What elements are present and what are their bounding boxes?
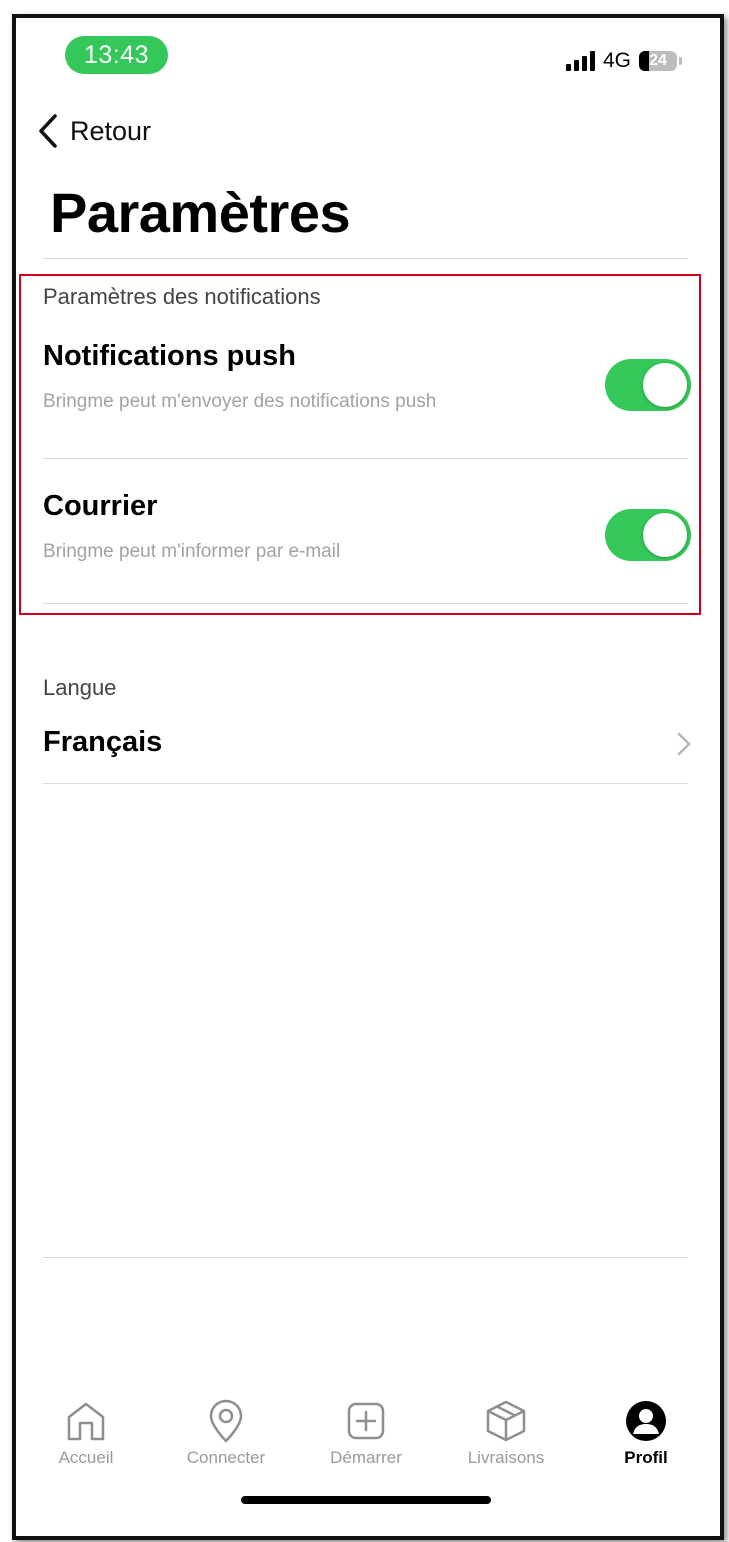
tab-profil[interactable]: Profil xyxy=(576,1398,716,1478)
highlight-box xyxy=(19,274,701,615)
back-label: Retour xyxy=(70,115,152,146)
page-title: Paramètres xyxy=(50,181,351,244)
location-pin-icon xyxy=(209,1399,243,1443)
push-notifications-toggle[interactable] xyxy=(605,359,691,411)
profile-icon xyxy=(626,1401,666,1441)
home-icon xyxy=(67,1402,105,1441)
tab-label: Profil xyxy=(624,1448,668,1467)
language-value: Français xyxy=(43,726,163,758)
tab-bar: Accueil Connecter Démarrer Livraisons Pr… xyxy=(16,1398,720,1478)
package-icon xyxy=(486,1400,526,1442)
mail-title: Courrier xyxy=(43,490,158,522)
push-notifications-title: Notifications push xyxy=(43,340,296,372)
mail-toggle[interactable] xyxy=(605,509,691,561)
battery-icon: 24 xyxy=(639,51,677,71)
tab-livraisons[interactable]: Livraisons xyxy=(436,1398,576,1478)
tab-connecter[interactable]: Connecter xyxy=(156,1398,296,1478)
row-divider xyxy=(43,458,688,459)
tab-label: Livraisons xyxy=(467,1448,545,1467)
tab-accueil[interactable]: Accueil xyxy=(16,1398,156,1478)
network-type: 4G xyxy=(602,49,631,72)
chevron-right-icon xyxy=(677,732,691,756)
title-divider xyxy=(43,258,688,259)
plus-square-icon xyxy=(347,1402,385,1440)
tab-label: Démarrer xyxy=(330,1448,402,1467)
status-time: 13:43 xyxy=(65,36,168,74)
push-notifications-subtitle: Bringme peut m'envoyer des notifications… xyxy=(43,391,437,412)
battery-level: 24 xyxy=(649,52,667,69)
tabbar-divider xyxy=(43,1257,688,1258)
mail-subtitle: Bringme peut m'informer par e-mail xyxy=(43,541,341,562)
tab-label: Accueil xyxy=(58,1448,114,1467)
phone-screen: 13:43 4G 24 Retour Paramètres Paramètres… xyxy=(12,14,724,1540)
chevron-left-icon xyxy=(39,114,57,148)
tab-label: Connecter xyxy=(186,1448,266,1467)
status-icons: 4G 24 xyxy=(565,46,682,76)
tab-demarrer[interactable]: Démarrer xyxy=(296,1398,436,1478)
toggle-knob xyxy=(643,363,687,407)
language-section-label: Langue xyxy=(43,675,117,700)
signal-icon xyxy=(565,51,595,71)
language-row[interactable]: Français xyxy=(43,718,691,770)
toggle-knob xyxy=(643,513,687,557)
home-indicator xyxy=(241,1496,491,1504)
row-divider xyxy=(43,603,688,604)
battery-tip xyxy=(679,57,682,65)
language-divider xyxy=(43,783,688,784)
notifications-section-label: Paramètres des notifications xyxy=(43,284,321,309)
back-button[interactable]: Retour xyxy=(38,114,151,148)
